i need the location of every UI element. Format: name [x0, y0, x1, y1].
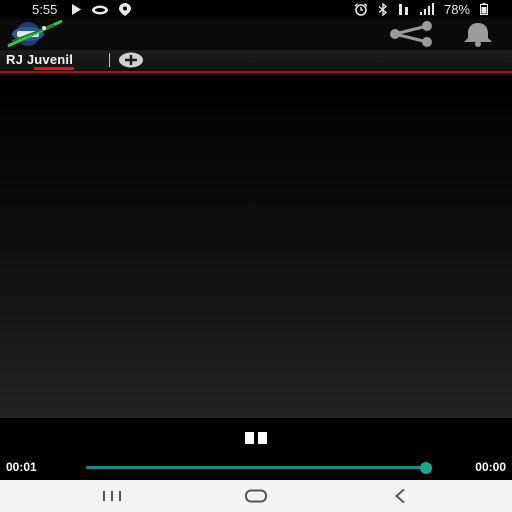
bluetooth-icon	[378, 2, 388, 16]
battery-icon	[480, 2, 488, 16]
add-tab-button[interactable]	[118, 52, 144, 68]
tab-divider	[109, 53, 110, 67]
signal-icon	[419, 2, 434, 16]
seek-bar[interactable]	[86, 466, 428, 469]
back-icon	[394, 488, 405, 504]
tab-bar: RJ Juvenil	[0, 50, 512, 71]
status-left-icons	[71, 2, 132, 16]
home-button[interactable]	[236, 484, 276, 508]
station-logo-icon[interactable]	[4, 19, 66, 49]
pause-button[interactable]	[243, 432, 269, 446]
back-button[interactable]	[380, 484, 420, 508]
data-icon	[398, 2, 410, 16]
bell-icon	[464, 23, 492, 47]
tab-rj-juvenil[interactable]: RJ Juvenil	[6, 52, 73, 67]
status-bar: 5:55 78%	[0, 0, 512, 18]
total-time: 00:00	[475, 460, 506, 474]
app-bar	[0, 18, 512, 50]
cloud-icon	[91, 2, 109, 16]
play-store-icon	[71, 2, 82, 16]
alarm-icon	[354, 2, 368, 16]
location-icon	[119, 2, 132, 16]
home-icon	[245, 489, 267, 503]
notifications-button[interactable]	[456, 20, 500, 48]
selected-tab-indicator	[34, 67, 74, 70]
recent-apps-icon	[103, 491, 121, 501]
system-navigation-bar	[0, 480, 512, 512]
pause-icon-bar-left	[245, 432, 254, 444]
plus-circle-icon	[119, 52, 143, 68]
pause-icon-bar-right	[258, 432, 267, 444]
status-time: 5:55	[32, 1, 58, 17]
share-button[interactable]	[386, 20, 436, 48]
seek-thumb[interactable]	[420, 462, 432, 474]
current-time: 00:01	[6, 460, 37, 474]
audio-player: 00:01 00:00	[0, 418, 512, 480]
recent-apps-button[interactable]	[92, 484, 132, 508]
share-icon	[390, 21, 432, 47]
content-area[interactable]	[0, 73, 512, 418]
status-right-icons: 78%	[354, 0, 488, 18]
battery-percentage: 78%	[443, 1, 470, 17]
